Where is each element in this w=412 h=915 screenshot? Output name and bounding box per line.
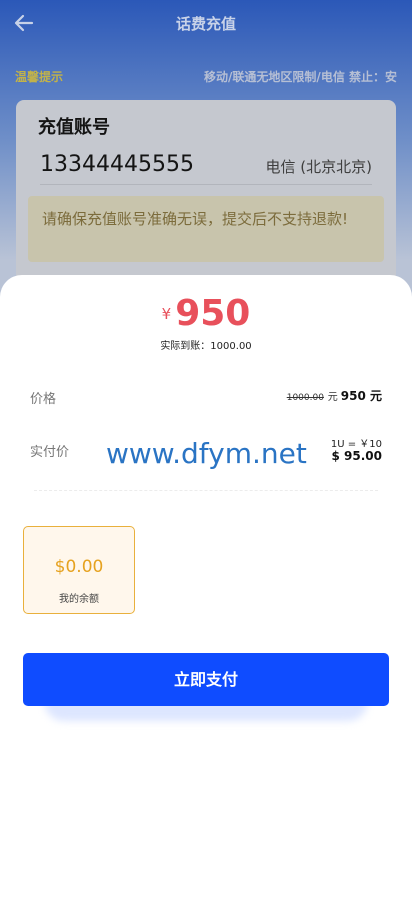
pay-now-button[interactable]: 立即支付: [23, 653, 389, 706]
exchange-rate: 1U = ￥10: [330, 439, 382, 450]
original-price-unit: 元: [327, 392, 338, 403]
notice-label: 温馨提示: [15, 70, 64, 84]
account-carrier: 电信 (北京北京): [265, 158, 372, 176]
actual-received: 实际到账：1000.00: [160, 341, 252, 352]
currency-symbol: ¥: [161, 305, 172, 323]
payment-sheet: ¥950 实际到账：1000.00 价格 1000.00 元 950 元 实付价 …: [0, 275, 412, 915]
pay-amount: ¥950: [0, 293, 412, 334]
balance-option[interactable]: $0.00 我的余额: [23, 526, 135, 614]
amount-value: 950: [175, 293, 251, 334]
account-number: 13344445555: [40, 152, 194, 177]
balance-amount: $0.00: [54, 557, 104, 577]
balance-label: 我的余额: [59, 594, 99, 605]
usd-amount: $ 95.00: [331, 449, 382, 463]
top-bar: 话费充值: [0, 0, 412, 46]
discount-price: 950 元: [340, 389, 382, 403]
notice-bar: 温馨提示 移动/联通无地区限制/电信 禁止：安: [15, 66, 397, 86]
original-price: 1000.00: [286, 393, 324, 403]
notice-marquee: 移动/联通无地区限制/电信 禁止：安: [204, 70, 397, 84]
price-label: 价格: [30, 392, 57, 407]
warning-box: 请确保充值账号准确无误，提交后不支持退款!: [28, 196, 384, 262]
price-value: 1000.00 元 950 元: [287, 387, 382, 404]
paid-label: 实付价: [30, 445, 70, 460]
page-title: 话费充值: [175, 15, 236, 33]
divider: [34, 490, 378, 491]
account-heading: 充值账号: [38, 117, 110, 138]
divider: [40, 184, 372, 185]
account-card: 充值账号 13344445555 电信 (北京北京) 请确保充值账号准确无误，提…: [16, 100, 396, 300]
watermark: www.dfym.net: [106, 437, 307, 470]
